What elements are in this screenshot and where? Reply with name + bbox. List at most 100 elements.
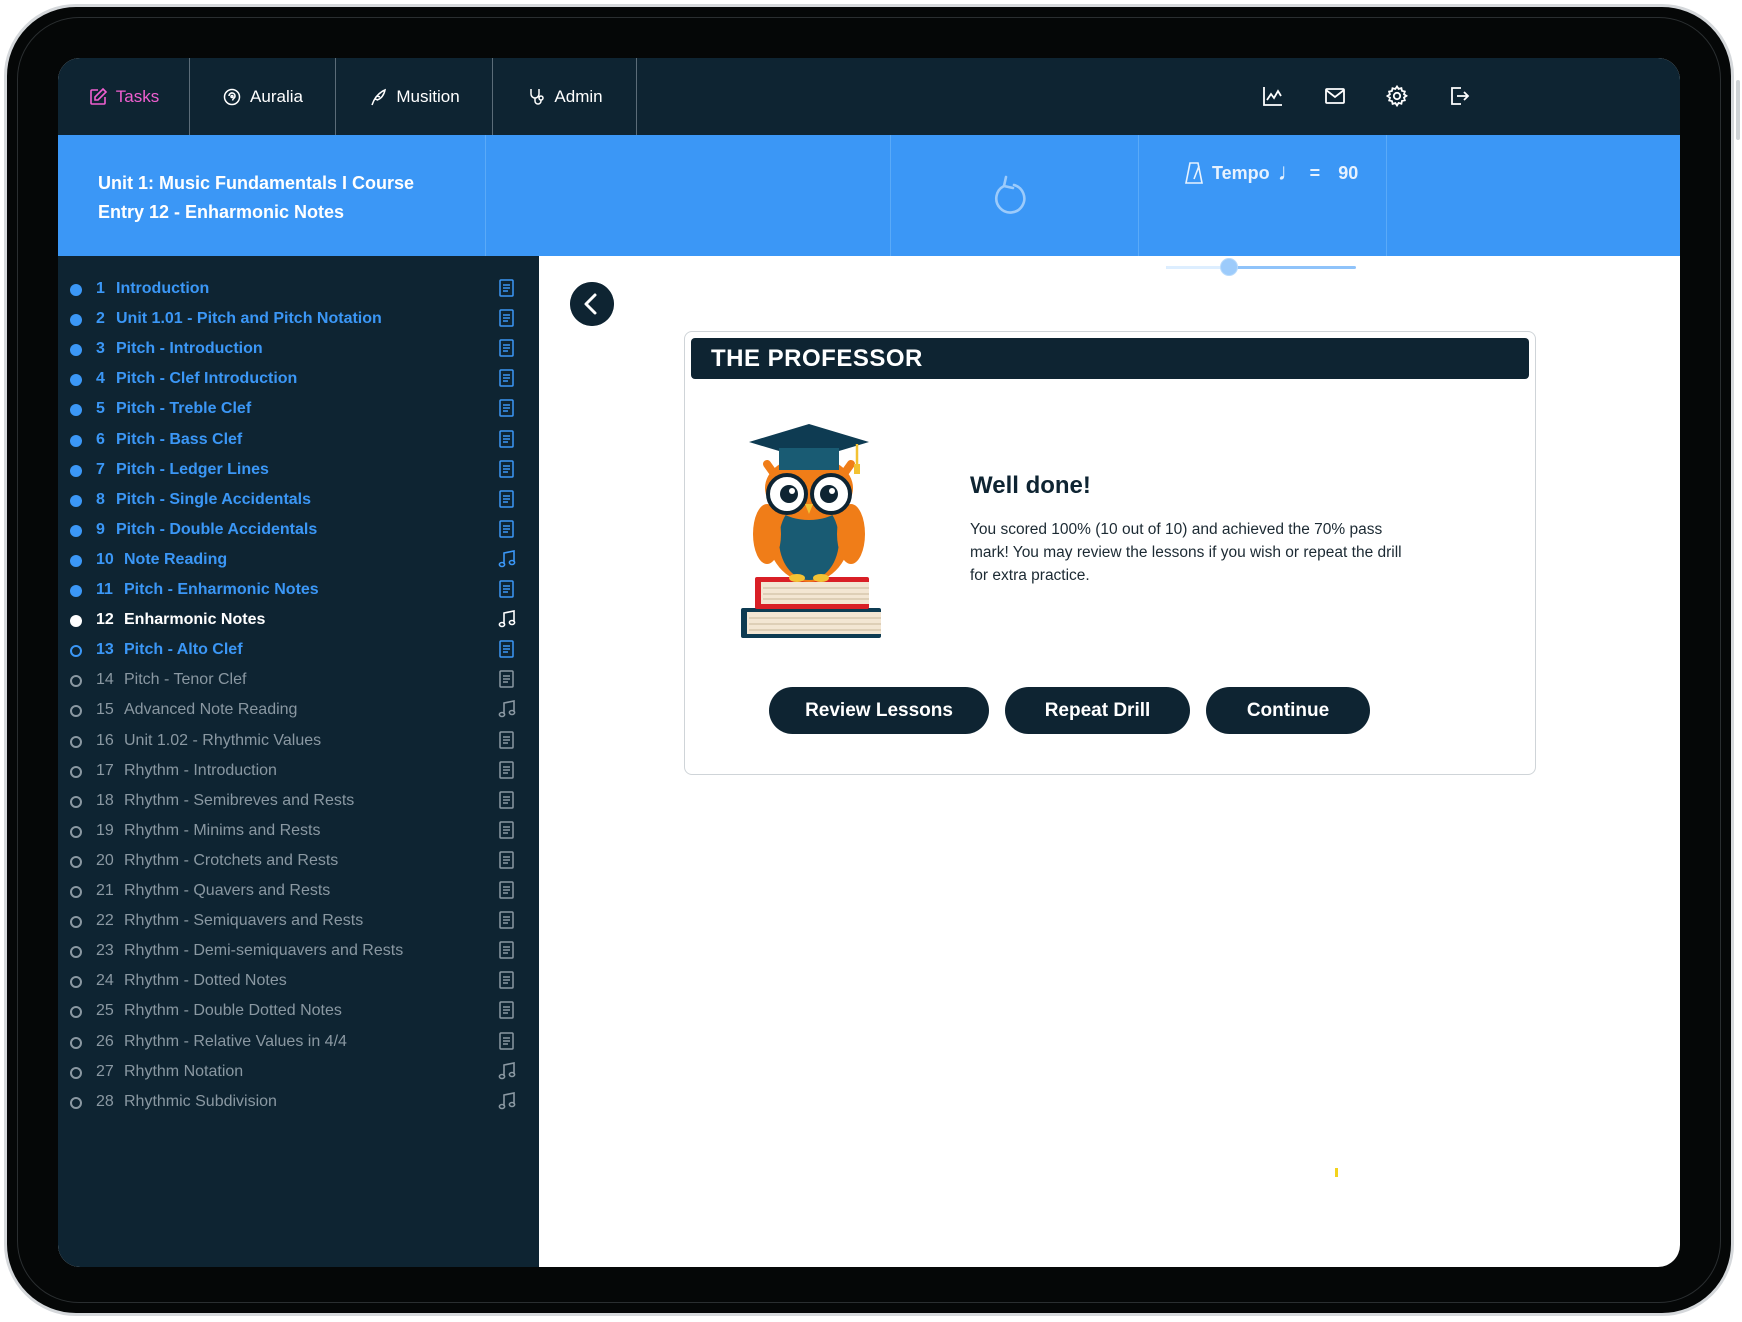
tab-admin[interactable]: Admin (493, 58, 637, 135)
sidebar-lesson-item[interactable]: 6 Pitch - Bass Clef (58, 425, 539, 455)
lesson-number: 5 (96, 400, 105, 418)
sidebar-lesson-item[interactable]: 3 Pitch - Introduction (58, 334, 539, 364)
tempo-slider-handle[interactable] (1219, 258, 1238, 276)
tab-auralia[interactable]: Auralia (190, 58, 336, 135)
sidebar-lesson-item[interactable]: 14 Pitch - Tenor Clef (58, 665, 539, 695)
review-lessons-button[interactable]: Review Lessons (769, 687, 989, 734)
lesson-title: Introduction (116, 280, 210, 297)
result-card: THE PROFESSOR Well done! You scored 100%… (684, 331, 1536, 775)
music-note-icon (498, 1061, 516, 1081)
sidebar-lesson-item[interactable]: 17 Rhythm - Introduction (58, 756, 539, 786)
sidebar-lesson-item[interactable]: 27 Rhythm Notation (58, 1057, 539, 1087)
tempo-slider[interactable] (1166, 258, 1356, 276)
lesson-status-dot (70, 404, 82, 417)
sidebar-lesson-item[interactable]: 16 Unit 1.02 - Rhythmic Values (58, 726, 539, 756)
sidebar-lesson-item[interactable]: 4 Pitch - Clef Introduction (58, 364, 539, 394)
header-divider (1138, 135, 1139, 256)
sidebar-lesson-item[interactable]: 15 Advanced Note Reading (58, 695, 539, 725)
lesson-number: 16 (96, 731, 114, 749)
lesson-title: Advanced Note Reading (124, 701, 298, 719)
document-icon (498, 489, 516, 509)
lesson-status-dot (70, 825, 82, 838)
continue-button[interactable]: Continue (1206, 687, 1370, 734)
sidebar-lesson-item[interactable]: 19 Rhythm - Minims and Rests (58, 816, 539, 846)
card-heading: THE PROFESSOR (691, 338, 1529, 379)
lesson-title: Pitch - Introduction (116, 340, 263, 358)
lesson-status-dot (70, 675, 82, 688)
chart-icon[interactable] (1261, 84, 1285, 108)
music-note-icon (498, 609, 516, 629)
lesson-status-dot (70, 1096, 82, 1109)
settings-icon[interactable] (1385, 84, 1409, 108)
document-icon (498, 940, 516, 960)
sidebar-lesson-item[interactable]: 12 Enharmonic Notes (58, 605, 539, 635)
lesson-status-dot (70, 494, 82, 507)
document-icon (498, 368, 516, 388)
sidebar-lesson-item[interactable]: 21 Rhythm - Quavers and Rests (58, 876, 539, 906)
sidebar-lesson-item[interactable]: 7 Pitch - Ledger Lines (58, 455, 539, 485)
tab-admin-label: Admin (554, 86, 603, 106)
lesson-status-dot (70, 434, 82, 447)
sidebar-lesson-item[interactable]: 20 Rhythm - Crotchets and Rests (58, 846, 539, 876)
document-icon (498, 338, 516, 358)
sidebar-lesson-item[interactable]: 28 Rhythmic Subdivision (58, 1087, 539, 1117)
sidebar-lesson-item[interactable]: 1 Introduction (58, 274, 539, 304)
mail-icon[interactable] (1323, 84, 1347, 108)
document-icon (498, 820, 516, 840)
lesson-number: 9 (96, 520, 105, 538)
lesson-title: Note Reading (124, 550, 228, 568)
ear-icon (223, 88, 241, 105)
lesson-number: 14 (96, 671, 114, 689)
lesson-title: Rhythmic Subdivision (124, 1092, 277, 1110)
sidebar-lesson-item[interactable]: 9 Pitch - Double Accidentals (58, 515, 539, 545)
document-icon (498, 669, 516, 689)
document-icon (498, 459, 516, 479)
course-title-line2: Entry 12 - Enharmonic Notes (98, 202, 345, 222)
sidebar-lesson-item[interactable]: 11 Pitch - Enharmonic Notes (58, 575, 539, 605)
sidebar-lesson-item[interactable]: 18 Rhythm - Semibreves and Rests (58, 786, 539, 816)
tab-musition-label: Musition (396, 86, 460, 106)
lesson-status-dot (70, 645, 82, 658)
sidebar-lesson-item[interactable]: 25 Rhythm - Double Dotted Notes (58, 996, 539, 1026)
lesson-title: Pitch - Alto Clef (124, 641, 243, 659)
document-icon (498, 910, 516, 930)
lesson-number: 6 (96, 430, 105, 448)
tab-musition[interactable]: Musition (336, 58, 493, 135)
sidebar-lesson-item[interactable]: 2 Unit 1.01 - Pitch and Pitch Notation (58, 304, 539, 334)
sidebar-lesson-item[interactable]: 10 Note Reading (58, 545, 539, 575)
sidebar-lesson-item[interactable]: 22 Rhythm - Semiquavers and Rests (58, 906, 539, 936)
reload-icon[interactable] (990, 173, 1030, 217)
tab-tasks[interactable]: Tasks (58, 58, 190, 135)
header-divider (485, 135, 486, 256)
lesson-title: Pitch - Clef Introduction (116, 370, 298, 388)
lesson-number: 3 (96, 340, 105, 358)
sidebar-lesson-item[interactable]: 5 Pitch - Treble Clef (58, 394, 539, 424)
sidebar-lesson-item[interactable]: 26 Rhythm - Relative Values in 4/4 (58, 1027, 539, 1057)
document-icon (498, 308, 516, 328)
sidebar-lesson-item[interactable]: 8 Pitch - Single Accidentals (58, 485, 539, 515)
document-icon (498, 880, 516, 900)
document-icon (498, 970, 516, 990)
lesson-status-dot (70, 976, 82, 989)
lesson-number: 28 (96, 1092, 114, 1110)
lesson-number: 12 (96, 611, 114, 629)
logout-icon[interactable] (1447, 84, 1471, 108)
sidebar-lesson-item[interactable]: 23 Rhythm - Demi-semiquavers and Rests (58, 936, 539, 966)
lesson-number: 10 (96, 550, 114, 568)
repeat-drill-button[interactable]: Repeat Drill (1005, 687, 1190, 734)
back-button[interactable] (570, 282, 614, 326)
lesson-number: 13 (96, 641, 114, 659)
lesson-number: 17 (96, 761, 114, 779)
lesson-title: Pitch - Single Accidentals (116, 490, 312, 508)
sidebar-lesson-item[interactable]: 24 Rhythm - Dotted Notes (58, 966, 539, 996)
sidebar-lesson-item[interactable]: 13 Pitch - Alto Clef (58, 635, 539, 665)
lesson-number: 20 (96, 851, 114, 869)
tablet-side-button (1736, 80, 1740, 140)
lesson-status-dot (70, 524, 82, 537)
lesson-title: Rhythm - Double Dotted Notes (124, 1002, 342, 1020)
lesson-status-dot (70, 314, 82, 327)
music-note-icon (498, 699, 516, 719)
lesson-status-dot (70, 886, 82, 898)
tempo-label: Tempo (1212, 162, 1270, 183)
tempo-value: 90 (1338, 162, 1359, 183)
